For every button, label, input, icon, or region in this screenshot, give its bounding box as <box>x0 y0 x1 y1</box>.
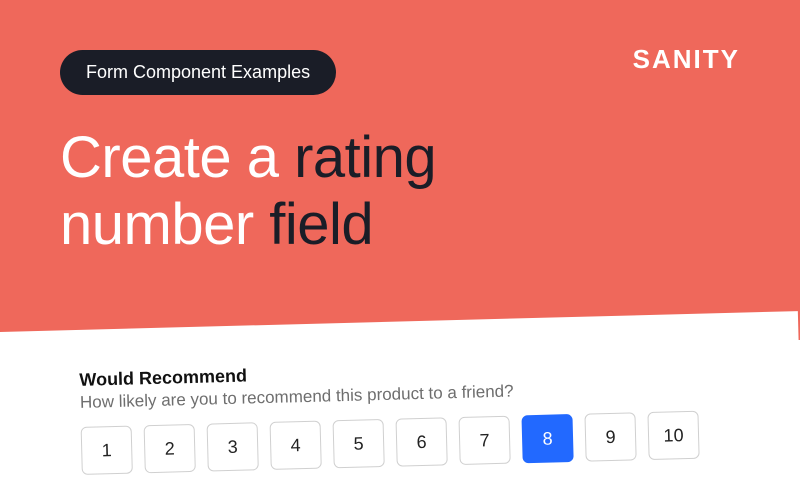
hero-banner: SANITY Form Component Examples Create a … <box>0 0 800 340</box>
rating-button-8[interactable]: 8 <box>521 414 573 463</box>
pill-label: Form Component Examples <box>86 62 310 82</box>
logo-text: SANITY <box>633 44 740 74</box>
page-title: Create a rating number field <box>60 125 740 258</box>
rating-button-4[interactable]: 4 <box>270 421 322 470</box>
rating-button-7[interactable]: 7 <box>458 416 510 465</box>
rating-button-5[interactable]: 5 <box>333 419 385 468</box>
rating-button-3[interactable]: 3 <box>207 422 259 471</box>
category-pill: Form Component Examples <box>60 50 336 95</box>
title-segment: number <box>60 192 269 257</box>
rating-button-9[interactable]: 9 <box>584 412 636 461</box>
rating-button-group: 12345678910 <box>81 410 742 475</box>
form-preview: Would Recommend How likely are you to re… <box>0 311 800 477</box>
rating-button-1[interactable]: 1 <box>81 426 133 475</box>
title-segment: Create a <box>60 125 294 190</box>
rating-button-6[interactable]: 6 <box>396 417 448 466</box>
rating-button-2[interactable]: 2 <box>144 424 196 473</box>
title-segment: rating <box>294 125 436 190</box>
title-segment: field <box>269 192 373 257</box>
brand-logo: SANITY <box>633 44 740 75</box>
rating-button-10[interactable]: 10 <box>647 411 699 460</box>
